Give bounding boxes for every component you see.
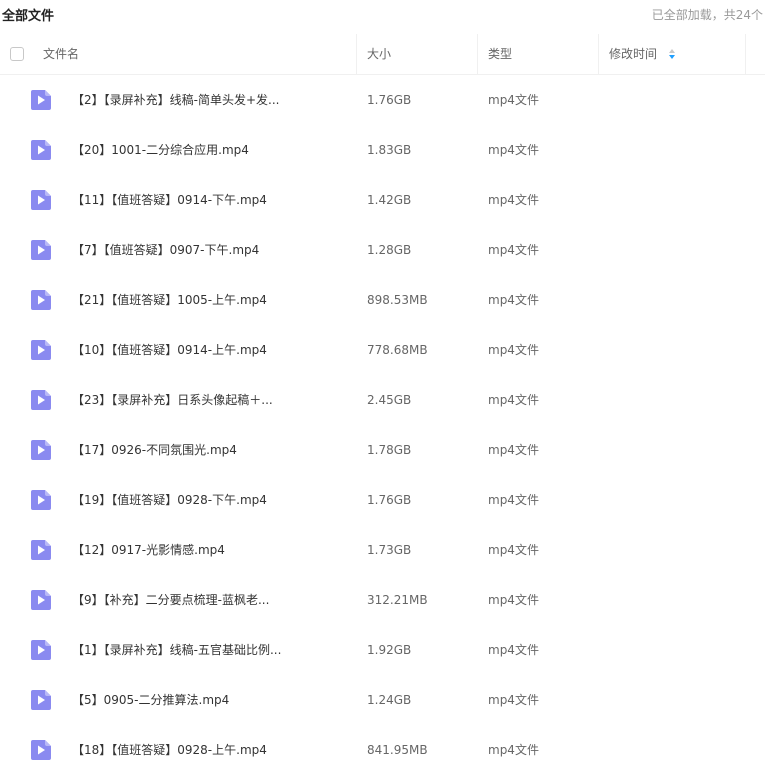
video-file-icon xyxy=(31,640,51,660)
video-file-icon xyxy=(31,290,51,310)
file-row[interactable]: 【7】【值班答疑】0907-下午.mp4 1.28GB mp4文件 xyxy=(0,225,765,275)
file-row[interactable]: 【17】0926-不同氛围光.mp4 1.78GB mp4文件 xyxy=(0,425,765,475)
file-row[interactable]: 【10】【值班答疑】0914-上午.mp4 778.68MB mp4文件 xyxy=(0,325,765,375)
file-name[interactable]: 【1】【录屏补充】线稿-五官基础比例... xyxy=(72,625,342,675)
file-name[interactable]: 【18】【值班答疑】0928-上午.mp4 xyxy=(72,725,342,775)
file-size: 1.73GB xyxy=(367,543,412,557)
video-file-icon xyxy=(31,90,51,110)
file-size: 1.28GB xyxy=(367,243,412,257)
video-file-icon xyxy=(31,390,51,410)
file-row[interactable]: 【23】【录屏补充】日系头像起稿＋... 2.45GB mp4文件 xyxy=(0,375,765,425)
table-header: 文件名 大小 类型 修改时间 xyxy=(0,34,765,75)
file-type: mp4文件 xyxy=(488,243,539,257)
file-name[interactable]: 【7】【值班答疑】0907-下午.mp4 xyxy=(72,225,342,275)
file-row[interactable]: 【18】【值班答疑】0928-上午.mp4 841.95MB mp4文件 xyxy=(0,725,765,775)
file-size: 1.42GB xyxy=(367,193,412,207)
file-row[interactable]: 【21】【值班答疑】1005-上午.mp4 898.53MB mp4文件 xyxy=(0,275,765,325)
video-file-icon xyxy=(31,440,51,460)
file-type: mp4文件 xyxy=(488,693,539,707)
video-file-icon xyxy=(31,690,51,710)
file-type: mp4文件 xyxy=(488,343,539,357)
file-type: mp4文件 xyxy=(488,743,539,757)
file-name[interactable]: 【2】【录屏补充】线稿-简单头发+发... xyxy=(72,75,342,125)
file-name[interactable]: 【20】1001-二分综合应用.mp4 xyxy=(72,125,342,175)
file-size: 778.68MB xyxy=(367,343,428,357)
file-name[interactable]: 【19】【值班答疑】0928-下午.mp4 xyxy=(72,475,342,525)
file-size: 312.21MB xyxy=(367,593,428,607)
file-size: 841.95MB xyxy=(367,743,428,757)
file-list: 【2】【录屏补充】线稿-简单头发+发... 1.76GB mp4文件 【20】1… xyxy=(0,75,765,775)
column-header-size[interactable]: 大小 xyxy=(367,34,391,74)
file-type: mp4文件 xyxy=(488,393,539,407)
file-type: mp4文件 xyxy=(488,443,539,457)
file-name[interactable]: 【12】0917-光影情感.mp4 xyxy=(72,525,342,575)
file-size: 1.83GB xyxy=(367,143,412,157)
column-header-modified-label: 修改时间 xyxy=(609,47,658,61)
video-file-icon xyxy=(31,490,51,510)
file-row[interactable]: 【9】【补充】二分要点梳理-蓝枫老... 312.21MB mp4文件 xyxy=(0,575,765,625)
file-name[interactable]: 【17】0926-不同氛围光.mp4 xyxy=(72,425,342,475)
file-row[interactable]: 【20】1001-二分综合应用.mp4 1.83GB mp4文件 xyxy=(0,125,765,175)
file-row[interactable]: 【1】【录屏补充】线稿-五官基础比例... 1.92GB mp4文件 xyxy=(0,625,765,675)
file-type: mp4文件 xyxy=(488,493,539,507)
top-bar: 全部文件 已全部加载，共24个 xyxy=(0,0,765,30)
video-file-icon xyxy=(31,190,51,210)
load-status: 已全部加载，共24个 xyxy=(651,8,763,22)
video-file-icon xyxy=(31,240,51,260)
file-type: mp4文件 xyxy=(488,143,539,157)
file-row[interactable]: 【12】0917-光影情感.mp4 1.73GB mp4文件 xyxy=(0,525,765,575)
file-name[interactable]: 【9】【补充】二分要点梳理-蓝枫老... xyxy=(72,575,342,625)
file-type: mp4文件 xyxy=(488,293,539,307)
column-divider xyxy=(598,34,599,74)
column-header-modified[interactable]: 修改时间 xyxy=(609,34,675,74)
file-size: 1.92GB xyxy=(367,643,412,657)
file-size: 898.53MB xyxy=(367,293,428,307)
file-size: 2.45GB xyxy=(367,393,412,407)
file-type: mp4文件 xyxy=(488,93,539,107)
column-header-name[interactable]: 文件名 xyxy=(43,34,79,74)
video-file-icon xyxy=(31,340,51,360)
file-name[interactable]: 【10】【值班答疑】0914-上午.mp4 xyxy=(72,325,342,375)
video-file-icon xyxy=(31,140,51,160)
file-name[interactable]: 【21】【值班答疑】1005-上午.mp4 xyxy=(72,275,342,325)
file-row[interactable]: 【19】【值班答疑】0928-下午.mp4 1.76GB mp4文件 xyxy=(0,475,765,525)
file-row[interactable]: 【5】0905-二分推算法.mp4 1.24GB mp4文件 xyxy=(0,675,765,725)
file-name[interactable]: 【11】【值班答疑】0914-下午.mp4 xyxy=(72,175,342,225)
file-type: mp4文件 xyxy=(488,593,539,607)
file-type: mp4文件 xyxy=(488,543,539,557)
column-divider xyxy=(356,34,357,74)
column-divider xyxy=(477,34,478,74)
video-file-icon xyxy=(31,740,51,760)
column-header-type[interactable]: 类型 xyxy=(488,34,512,74)
file-name[interactable]: 【23】【录屏补充】日系头像起稿＋... xyxy=(72,375,342,425)
file-size: 1.24GB xyxy=(367,693,412,707)
file-row[interactable]: 【11】【值班答疑】0914-下午.mp4 1.42GB mp4文件 xyxy=(0,175,765,225)
video-file-icon xyxy=(31,590,51,610)
file-row[interactable]: 【2】【录屏补充】线稿-简单头发+发... 1.76GB mp4文件 xyxy=(0,75,765,125)
file-type: mp4文件 xyxy=(488,643,539,657)
file-size: 1.76GB xyxy=(367,493,412,507)
select-all-checkbox[interactable] xyxy=(10,47,24,61)
file-size: 1.78GB xyxy=(367,443,412,457)
file-size: 1.76GB xyxy=(367,93,412,107)
file-name[interactable]: 【5】0905-二分推算法.mp4 xyxy=(72,675,342,725)
page-title: 全部文件 xyxy=(2,9,55,24)
column-divider xyxy=(745,34,746,74)
file-type: mp4文件 xyxy=(488,193,539,207)
sort-arrows-icon[interactable] xyxy=(668,48,675,59)
video-file-icon xyxy=(31,540,51,560)
